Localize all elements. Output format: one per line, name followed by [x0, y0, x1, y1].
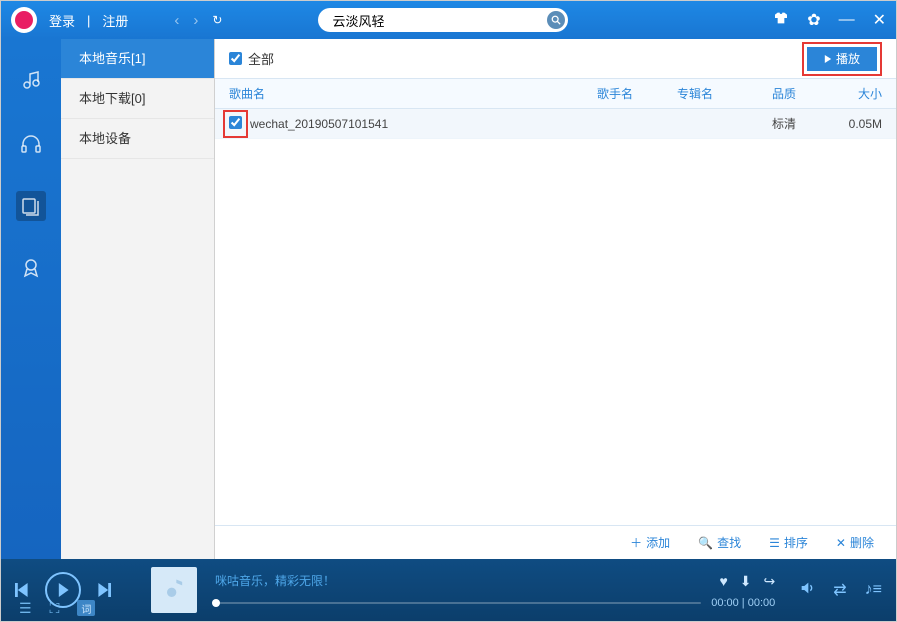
select-all[interactable]: 全部: [229, 49, 274, 68]
main-area: 本地音乐[1] 本地下载[0] 本地设备 全部 播放 歌曲名 歌手名 专辑名 品…: [1, 39, 896, 559]
sidebar-item-local-music[interactable]: 本地音乐[1]: [61, 39, 214, 79]
badge-icon[interactable]: [16, 253, 46, 283]
settings-icon[interactable]: ✿: [807, 10, 820, 30]
col-album[interactable]: 专辑名: [677, 85, 772, 102]
close-icon[interactable]: ✕: [873, 10, 886, 30]
track-slogan: 咪咕音乐，精彩无限！: [215, 572, 335, 589]
row-size: 0.05M: [827, 117, 882, 131]
prev-button[interactable]: [15, 583, 29, 597]
player-bar: ☰ ⛶ 词 咪咕音乐，精彩无限！ ♥ ⬇ ↪ 00:00 | 00:00 ⇄ ♪…: [1, 559, 896, 621]
headphones-icon[interactable]: [16, 129, 46, 159]
loop-icon[interactable]: ⇄: [833, 580, 846, 600]
delete-icon: ✕: [836, 536, 846, 550]
favorite-icon[interactable]: ♥: [719, 573, 727, 590]
time-display: 00:00 | 00:00: [711, 597, 775, 609]
minimize-icon[interactable]: —: [839, 11, 855, 29]
login-link[interactable]: 登录: [49, 11, 75, 30]
play-button[interactable]: 播放: [807, 47, 877, 71]
library-icon[interactable]: [16, 191, 46, 221]
col-artist[interactable]: 歌手名: [597, 85, 677, 102]
col-name[interactable]: 歌曲名: [229, 85, 597, 102]
share-icon[interactable]: ↪: [764, 573, 776, 590]
side-list: 本地音乐[1] 本地下载[0] 本地设备: [61, 39, 215, 559]
download-icon[interactable]: ⬇: [740, 573, 752, 590]
row-checkbox-highlight: [223, 110, 248, 138]
sort-icon: ☰: [769, 536, 780, 550]
next-button[interactable]: [97, 583, 111, 597]
plus-icon: ＋: [630, 534, 642, 551]
content-pane: 全部 播放 歌曲名 歌手名 专辑名 品质 大小 wechat_201905071…: [215, 39, 896, 559]
delete-button[interactable]: ✕删除: [836, 534, 874, 551]
sort-button[interactable]: ☰排序: [769, 534, 808, 551]
row-quality: 标清: [772, 115, 827, 132]
table-header: 歌曲名 歌手名 专辑名 品质 大小: [215, 79, 896, 109]
top-bar: 登录 | 注册 ‹ › ↻ ✿ — ✕: [1, 1, 896, 39]
register-link[interactable]: 注册: [102, 11, 128, 30]
sidebar-item-local-download[interactable]: 本地下载[0]: [61, 79, 214, 119]
playlist-icon[interactable]: ♪≡: [865, 581, 882, 599]
refresh-icon[interactable]: ↻: [212, 13, 222, 27]
album-art: [151, 567, 197, 613]
table-row[interactable]: wechat_20190507101541 标清 0.05M: [215, 109, 896, 139]
select-all-label: 全部: [248, 49, 274, 68]
play-button-label: 播放: [836, 50, 860, 67]
row-name: wechat_20190507101541: [250, 117, 597, 131]
search-input[interactable]: [318, 8, 568, 32]
auth-sep: |: [87, 13, 90, 28]
search-box: [318, 8, 568, 32]
lyric-button[interactable]: 词: [77, 600, 95, 616]
find-button[interactable]: 🔍查找: [698, 534, 741, 551]
skin-icon[interactable]: [773, 10, 789, 31]
expand-icon[interactable]: ⛶: [50, 600, 60, 617]
forward-icon[interactable]: ›: [193, 12, 198, 29]
sidebar-item-local-device[interactable]: 本地设备: [61, 119, 214, 159]
music-icon[interactable]: [16, 67, 46, 97]
volume-icon[interactable]: [799, 580, 815, 601]
side-icon-rail: [1, 39, 61, 559]
col-quality[interactable]: 品质: [772, 85, 827, 102]
col-size[interactable]: 大小: [827, 85, 882, 102]
app-logo: [11, 7, 37, 33]
play-button-highlight: 播放: [802, 42, 882, 76]
list-mode-icon[interactable]: ☰: [19, 600, 32, 617]
content-footer: ＋添加 🔍查找 ☰排序 ✕删除: [215, 525, 896, 559]
select-all-checkbox[interactable]: [229, 52, 242, 65]
add-button[interactable]: ＋添加: [630, 534, 670, 551]
row-checkbox[interactable]: [229, 116, 242, 129]
back-icon[interactable]: ‹: [174, 12, 179, 29]
progress-bar[interactable]: [215, 602, 701, 604]
search-small-icon: 🔍: [698, 536, 713, 550]
